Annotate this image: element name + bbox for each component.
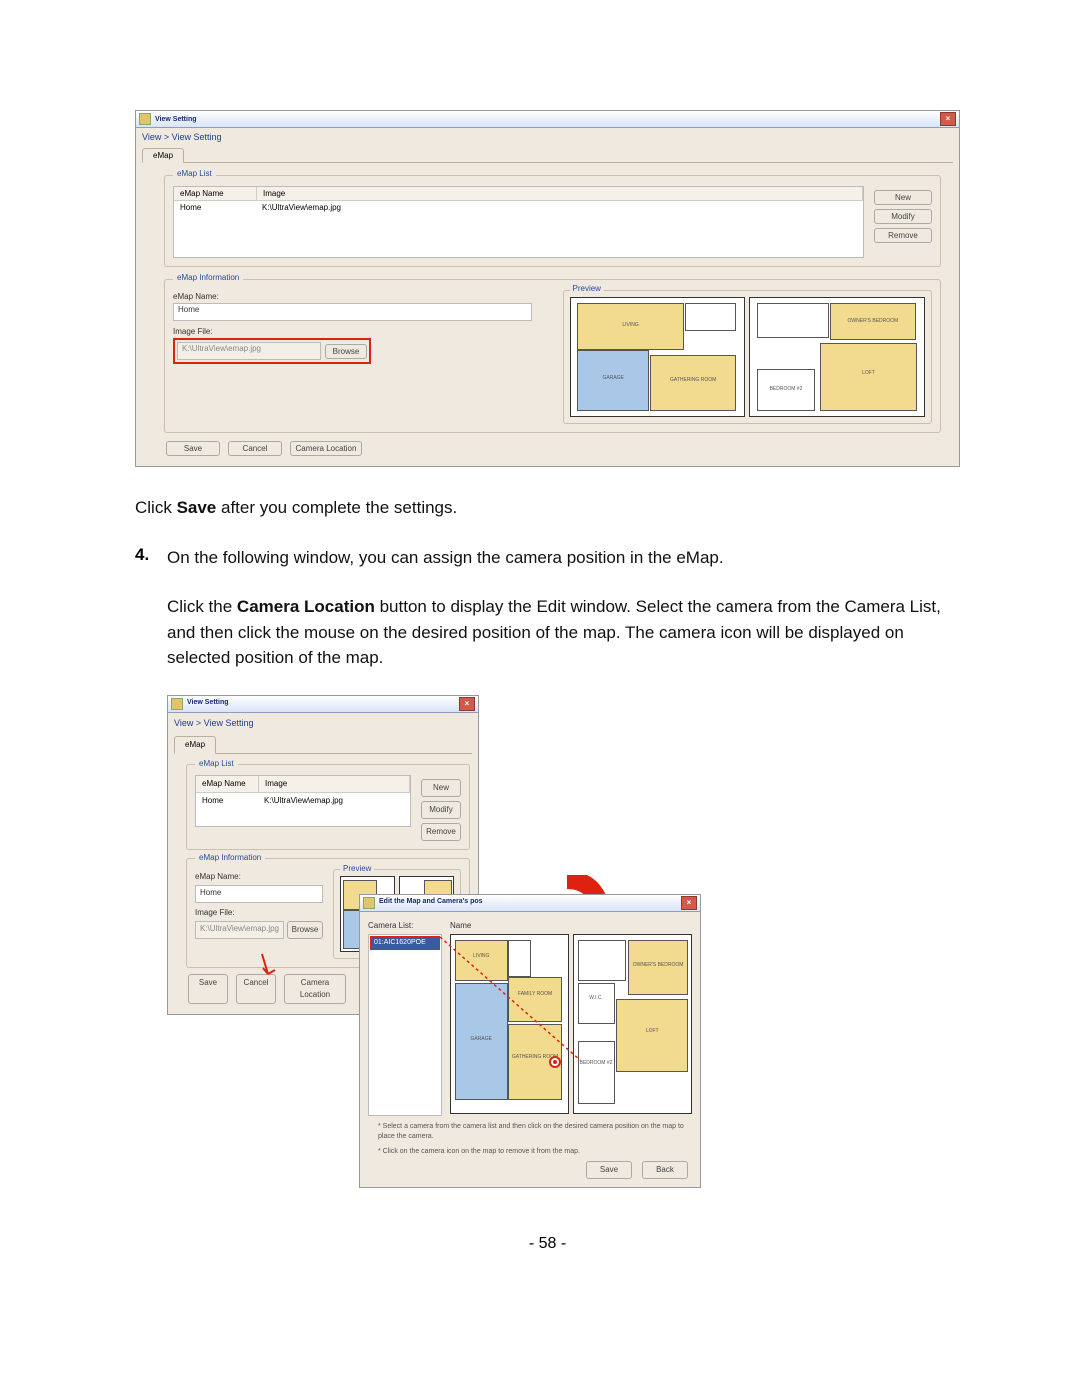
view-setting-window: View Setting × View > View Setting eMap … <box>135 110 960 467</box>
remove-button[interactable]: Remove <box>421 823 461 841</box>
lbl-image-file: Image File: <box>173 327 553 336</box>
save-button[interactable]: Save <box>586 1161 632 1179</box>
titlebar[interactable]: View Setting × <box>136 111 959 128</box>
step-line1: On the following window, you can assign … <box>167 545 960 571</box>
tabbar: eMap <box>142 148 953 163</box>
emap-info-group: eMap Information eMap Name: Home Image F… <box>164 279 941 433</box>
close-icon[interactable]: × <box>459 697 475 711</box>
step-number: 4. <box>135 545 167 1175</box>
camera-location-button[interactable]: Camera Location <box>284 974 346 1004</box>
image-file-input[interactable]: K:\UltraView\emap.jpg <box>195 921 284 939</box>
app-icon <box>139 113 151 125</box>
emap-list-table[interactable]: eMap Name Image Home K:\UltraView\emap.j… <box>173 186 864 258</box>
cell-name: Home <box>174 201 256 214</box>
image-file-row-highlighted: K:\UltraView\emap.jpg Browse <box>173 338 371 364</box>
window-title: View Setting <box>155 116 197 123</box>
note-1: * Select a camera from the camera list a… <box>378 1122 700 1143</box>
preview-group: Preview LIVING GARAGE GATHERING ROOM OWN… <box>563 290 933 424</box>
instruction-click-save: Click Save after you complete the settin… <box>135 495 960 521</box>
emap-list-group: eMap List eMap Name Image Home K:\UltraV… <box>164 175 941 267</box>
modify-button[interactable]: Modify <box>874 209 932 224</box>
page-number: - 58 - <box>135 1235 960 1253</box>
map-canvas[interactable]: LIVING FAMILY ROOM GARAGE GATHERING ROOM <box>450 934 692 1114</box>
step-4: 4. On the following window, you can assi… <box>135 545 960 1175</box>
red-arrow-to-camloc <box>260 952 300 978</box>
emap-info-legend: eMap Information <box>173 273 243 282</box>
browse-button[interactable]: Browse <box>287 921 323 939</box>
titlebar[interactable]: Edit the Map and Camera's pos × <box>360 895 700 912</box>
save-button[interactable]: Save <box>188 974 228 1004</box>
tab-emap[interactable]: eMap <box>142 148 184 163</box>
preview-legend: Preview <box>570 284 604 293</box>
step-line2: Click the Camera Location button to disp… <box>167 594 960 671</box>
action-row: Save Cancel Camera Location <box>166 441 949 456</box>
lbl-name: Name <box>450 920 692 932</box>
lbl-camera-list: Camera List: <box>368 920 442 932</box>
cancel-button[interactable]: Cancel <box>228 441 282 456</box>
tab-emap[interactable]: eMap <box>174 736 216 754</box>
col-emap-name: eMap Name <box>174 187 257 200</box>
window-title: View Setting <box>187 698 229 709</box>
col-image: Image <box>257 187 863 200</box>
breadcrumb: View > View Setting <box>168 713 478 737</box>
browse-button[interactable]: Browse <box>325 344 367 359</box>
table-row[interactable]: Home K:\UltraView\emap.jpg <box>174 201 863 214</box>
save-button[interactable]: Save <box>166 441 220 456</box>
titlebar[interactable]: View Setting × <box>168 696 478 713</box>
camera-list[interactable]: 01:AIC1620POE <box>368 934 442 1116</box>
emap-name-input[interactable]: Home <box>195 885 323 903</box>
emap-name-input[interactable]: Home <box>173 303 532 321</box>
note-2: * Click on the camera icon on the map to… <box>378 1147 700 1158</box>
remove-button[interactable]: Remove <box>874 228 932 243</box>
modify-button[interactable]: Modify <box>421 801 461 819</box>
lbl-emap-name: eMap Name: <box>173 292 553 301</box>
back-button[interactable]: Back <box>642 1161 688 1179</box>
window-title: Edit the Map and Camera's pos <box>379 897 483 908</box>
cell-image: K:\UltraView\emap.jpg <box>256 201 863 214</box>
image-file-input[interactable]: K:\UltraView\emap.jpg <box>177 342 321 360</box>
camera-list-item[interactable]: 01:AIC1620POE <box>370 936 440 951</box>
app-icon <box>171 698 183 710</box>
camera-icon[interactable] <box>548 1055 562 1069</box>
emap-list-table[interactable]: eMap Name Image HomeK:\UltraView\emap.jp… <box>195 775 411 827</box>
app-icon <box>363 897 375 909</box>
emap-list-legend: eMap List <box>173 169 216 178</box>
new-button[interactable]: New <box>421 779 461 797</box>
close-icon[interactable]: × <box>681 896 697 910</box>
figure-2: View Setting × View > View Setting eMap … <box>167 695 960 1155</box>
new-button[interactable]: New <box>874 190 932 205</box>
edit-map-window: Edit the Map and Camera's pos × Camera L… <box>359 894 701 1189</box>
close-icon[interactable]: × <box>940 112 956 126</box>
breadcrumb: View > View Setting <box>136 128 959 148</box>
camera-location-button[interactable]: Camera Location <box>290 441 362 456</box>
cancel-button[interactable]: Cancel <box>236 974 276 1004</box>
floorplan-preview: LIVING GARAGE GATHERING ROOM OWNER'S BED… <box>570 297 926 417</box>
